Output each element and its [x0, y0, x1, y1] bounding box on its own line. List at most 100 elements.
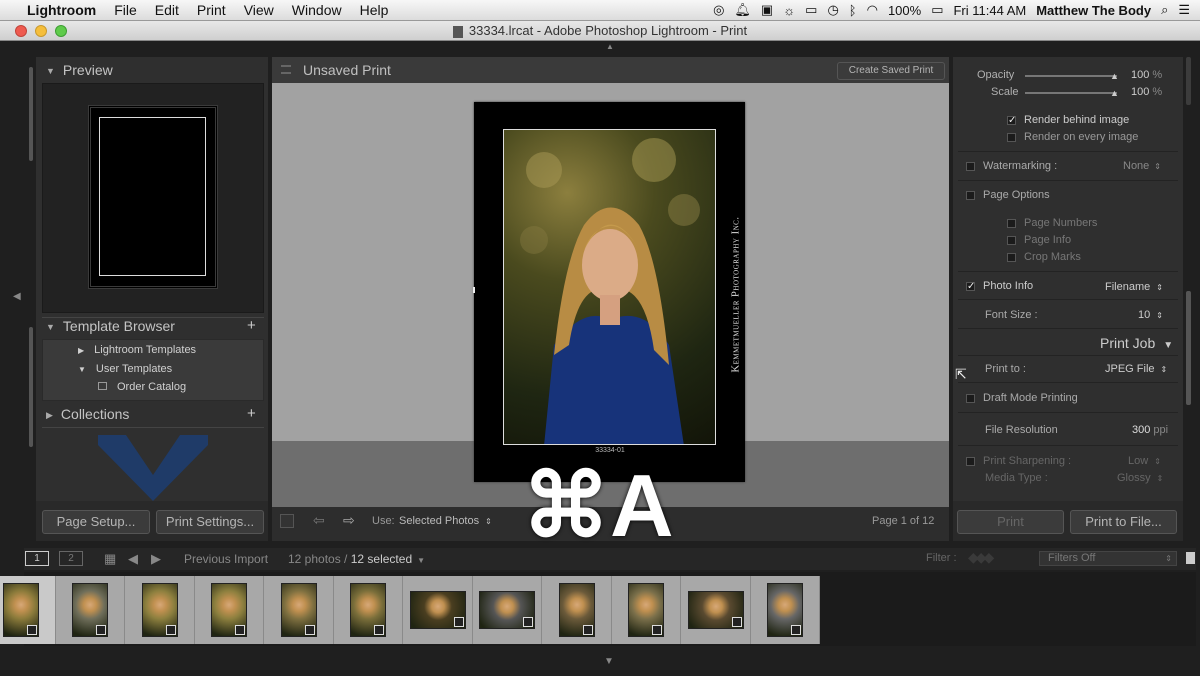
create-saved-print-button[interactable]: Create Saved Print	[837, 62, 945, 80]
add-collection-icon[interactable]: +	[247, 405, 256, 422]
filmstrip-thumbnail[interactable]	[681, 576, 751, 644]
left-panel-scrollbar[interactable]	[29, 327, 33, 447]
template-item-order-catalog[interactable]: Order Catalog	[98, 381, 186, 393]
filters-select[interactable]: Filters Off ⇕	[1039, 551, 1177, 566]
list-icon[interactable]: ☰	[1178, 2, 1190, 18]
print-to-file-button[interactable]: Print to File...	[1070, 510, 1177, 534]
spotlight-icon[interactable]: ⌕	[1161, 2, 1168, 18]
print-sharpening-select[interactable]: Low ⇕	[1128, 455, 1161, 467]
next-page-icon[interactable]: ⇨	[343, 512, 355, 529]
print-settings-button[interactable]: Print Settings...	[156, 510, 264, 534]
filmstrip-thumbnail[interactable]	[55, 576, 125, 644]
page-options-checkbox[interactable]: Page Options	[966, 189, 1050, 201]
zoom-window-button[interactable]	[55, 25, 67, 37]
window-1-button[interactable]: 1	[25, 551, 49, 566]
battery-icon[interactable]: ▭	[931, 2, 943, 18]
template-browser-header[interactable]: ▼ Template Browser	[46, 318, 175, 334]
edited-badge-icon	[304, 625, 315, 635]
print-photo[interactable]	[503, 129, 716, 445]
collapse-filmstrip-icon[interactable]: ▼	[604, 656, 614, 667]
menu-help[interactable]: Help	[351, 2, 398, 18]
draft-mode-checkbox[interactable]: Draft Mode Printing	[966, 392, 1078, 404]
close-window-button[interactable]	[15, 25, 27, 37]
collapse-toolbar-icon[interactable]: ▲	[606, 42, 614, 51]
canvas-handle[interactable]	[473, 287, 475, 293]
menu-edit[interactable]: Edit	[146, 2, 188, 18]
user-menu[interactable]: Matthew The Body	[1036, 3, 1151, 18]
filmstrip-thumbnail[interactable]	[542, 576, 612, 644]
filmstrip-thumbnail[interactable]	[333, 576, 403, 644]
section-divider	[958, 382, 1178, 383]
filmstrip-thumbnail[interactable]	[472, 576, 542, 644]
left-panel-scrollbar[interactable]	[29, 67, 33, 161]
scale-slider-thumb[interactable]: ▲	[1110, 88, 1119, 98]
template-folder-lightroom[interactable]: ▶ Lightroom Templates	[78, 344, 196, 356]
collections-header[interactable]: ▶ Collections	[46, 406, 129, 422]
file-resolution-label: File Resolution	[985, 424, 1058, 436]
menu-window[interactable]: Window	[283, 2, 351, 18]
opacity-slider[interactable]	[1025, 75, 1117, 77]
file-resolution-value[interactable]: 300 ppi	[1132, 424, 1168, 436]
page-info-checkbox[interactable]: Page Info	[1007, 234, 1071, 246]
add-template-icon[interactable]: +	[247, 317, 256, 334]
bluetooth-icon[interactable]: ᛒ	[849, 3, 857, 18]
forward-icon[interactable]: ▶	[151, 551, 161, 567]
airplay-icon[interactable]: ▭	[805, 2, 817, 18]
grid-view-icon[interactable]: ▦	[104, 551, 116, 567]
filmstrip-thumbnail[interactable]	[403, 576, 473, 644]
preview-header[interactable]: ▼ Preview	[46, 62, 113, 78]
menubar-clock[interactable]: Fri 11:44 AM	[953, 3, 1026, 18]
notification-icon[interactable]: 🔔︎	[734, 2, 751, 18]
catalog-icon	[452, 25, 463, 38]
menu-view[interactable]: View	[235, 2, 283, 18]
filter-lock-icon[interactable]	[1186, 552, 1195, 564]
scale-value[interactable]: 100 %	[1131, 86, 1162, 98]
scale-slider[interactable]	[1025, 92, 1117, 94]
right-panel-scrollbar-top[interactable]	[1186, 57, 1191, 105]
template-folder-user[interactable]: ▼ User Templates	[78, 363, 172, 375]
watermarking-checkbox[interactable]: Watermarking :	[966, 160, 1057, 172]
toolbar-stop-icon[interactable]	[280, 514, 294, 528]
print-sharpening-checkbox[interactable]: Print Sharpening :	[966, 455, 1071, 467]
filmstrip-thumbnail[interactable]	[0, 576, 56, 644]
right-panel-scrollbar[interactable]	[1186, 291, 1191, 405]
time-machine-icon[interactable]: ◷	[827, 2, 838, 18]
flag-filter-icon[interactable]: ◆◆◆	[968, 549, 994, 566]
previous-page-icon[interactable]: ⇦	[313, 512, 325, 529]
window-2-button[interactable]: 2	[59, 551, 83, 566]
app-menu[interactable]: Lightroom	[18, 2, 105, 18]
photo-info-checkbox[interactable]: ✓ Photo Info	[966, 280, 1033, 292]
opacity-value[interactable]: 100 %	[1131, 69, 1162, 81]
font-size-select[interactable]: 10 ⇕	[1138, 309, 1163, 321]
render-behind-checkbox[interactable]: ✓ Render behind image	[1007, 114, 1129, 126]
filmstrip-thumbnail[interactable]	[611, 576, 681, 644]
print-job-header[interactable]: Print Job ▼	[1100, 335, 1173, 351]
brightness-icon[interactable]: ☼	[783, 3, 795, 18]
screen-icon[interactable]: ▣	[761, 2, 773, 18]
filmstrip-thumbnail[interactable]	[194, 576, 264, 644]
filmstrip-count[interactable]: 12 photos / 12 selected ▼	[288, 552, 425, 566]
opacity-slider-thumb[interactable]: ▲	[1110, 71, 1119, 81]
filmstrip-thumbnail[interactable]	[264, 576, 334, 644]
creative-cloud-icon[interactable]: ◎	[713, 2, 724, 18]
print-to-select[interactable]: JPEG File ⇕	[1105, 363, 1167, 375]
collapse-left-panel-icon[interactable]: ◀	[13, 291, 21, 302]
filmstrip-thumbnail[interactable]	[750, 576, 820, 644]
crop-marks-checkbox[interactable]: Crop Marks	[1007, 251, 1081, 263]
page-setup-button[interactable]: Page Setup...	[42, 510, 150, 534]
menu-file[interactable]: File	[105, 2, 146, 18]
menu-print[interactable]: Print	[188, 2, 235, 18]
media-type-select[interactable]: Glossy ⇕	[1117, 472, 1163, 484]
page-numbers-checkbox[interactable]: Page Numbers	[1007, 217, 1097, 229]
watermarking-select[interactable]: None ⇕	[1123, 160, 1161, 172]
print-button[interactable]: Print	[957, 510, 1064, 534]
photo-info-select[interactable]: Filename ⇕	[1105, 281, 1163, 293]
filmstrip-source[interactable]: Previous Import	[184, 552, 268, 566]
edited-badge-icon	[791, 625, 802, 635]
use-selector[interactable]: Selected Photos ⇕	[399, 515, 492, 527]
minimize-window-button[interactable]	[35, 25, 47, 37]
render-every-checkbox[interactable]: Render on every image	[1007, 131, 1138, 143]
wifi-icon[interactable]: ◠	[867, 2, 878, 18]
back-icon[interactable]: ◀	[128, 551, 138, 567]
filmstrip-thumbnail[interactable]	[125, 576, 195, 644]
